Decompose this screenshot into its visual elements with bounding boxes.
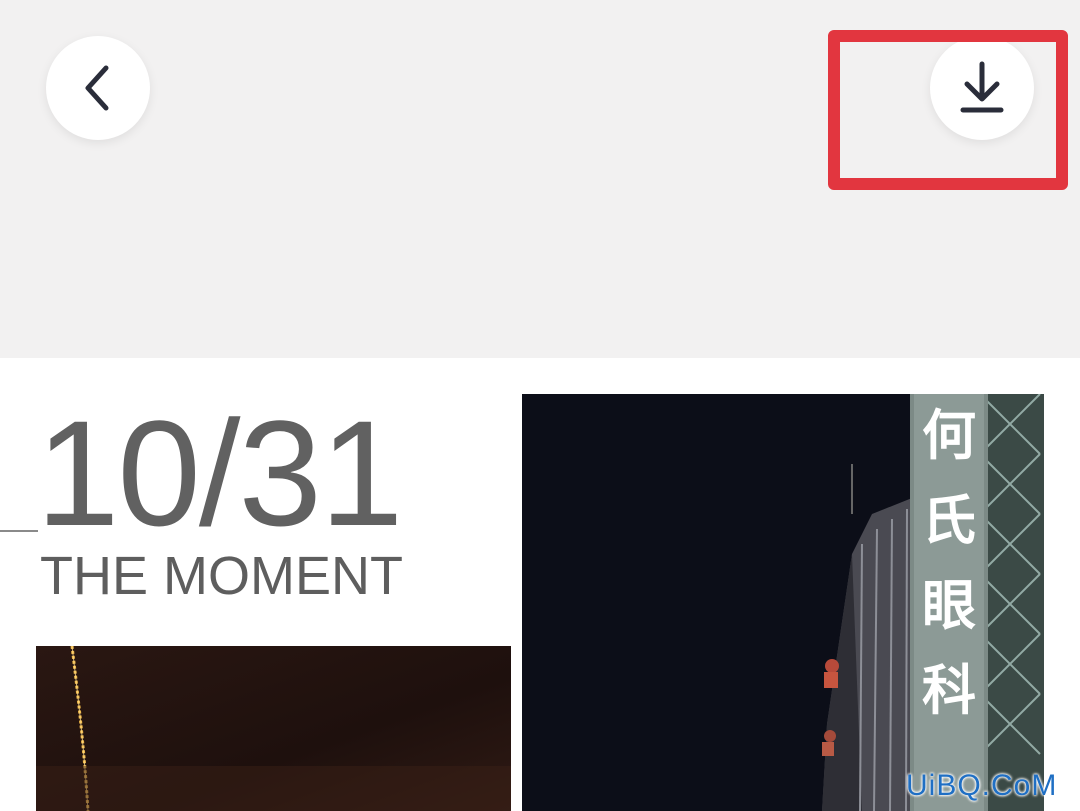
photo-thumbnail-left[interactable] xyxy=(36,646,511,811)
sign-char: 科 xyxy=(922,659,976,722)
download-icon xyxy=(960,61,1004,113)
sign-char: 氏 xyxy=(922,489,976,552)
back-button[interactable] xyxy=(46,36,150,140)
download-button[interactable] xyxy=(930,36,1034,140)
photo-thumbnail-right[interactable]: 何 氏 眼 科 xyxy=(522,394,1044,811)
sign-char: 眼 xyxy=(922,574,976,637)
date-heading: 10/31 xyxy=(36,389,403,557)
divider xyxy=(0,530,38,532)
sign-char: 何 xyxy=(922,404,976,467)
chevron-left-icon xyxy=(85,65,109,111)
top-bar xyxy=(0,0,1080,358)
watermark: UiBQ.CoM xyxy=(906,769,1058,802)
moment-subtitle: THE MOMENT xyxy=(40,546,403,606)
